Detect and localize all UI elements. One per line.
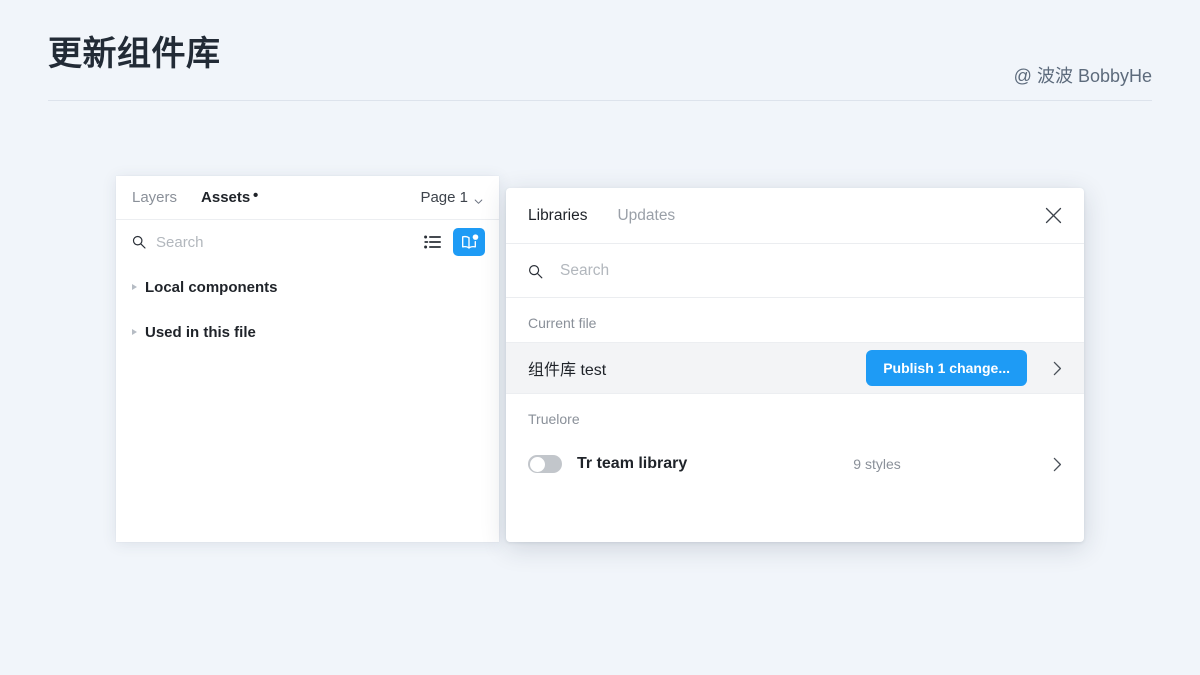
section-label-truelore: Truelore [528,411,580,427]
library-name: 组件库 test [528,362,607,379]
chevron-right-icon[interactable] [1053,361,1062,376]
library-row-team-library[interactable]: Tr team library 9 styles [506,438,1084,490]
search-input[interactable]: Search [156,234,204,251]
close-icon[interactable] [1045,207,1062,224]
search-icon [528,264,543,278]
publish-changes-button[interactable]: Publish 1 change... [866,350,1027,386]
libraries-search-row[interactable]: Search [506,244,1084,298]
tab-updates[interactable]: Updates [617,207,675,225]
tree-item-label: Local components [145,278,278,296]
page-selector[interactable]: Page 1 [420,189,483,206]
disclosure-triangle-icon[interactable] [132,329,137,335]
tab-libraries[interactable]: Libraries [528,207,587,225]
page-selector-label: Page 1 [420,189,468,206]
assets-toolbar [424,228,485,256]
slide-header: 更新组件库 @ 波波 BobbyHe [48,24,1152,101]
author-credit: @ 波波 BobbyHe [1013,66,1152,86]
search-icon [132,235,146,249]
libraries-modal-tabbar: Libraries Updates [506,188,1084,244]
toggle-knob [529,456,545,472]
tab-assets-badge: • [252,187,259,204]
libraries-search-input[interactable]: Search [560,262,609,280]
chevron-right-icon[interactable] [1053,457,1062,472]
header-divider [48,100,1152,101]
library-row-current-file[interactable]: 组件库 test Publish 1 change... [506,342,1084,394]
assets-panel-tabbar: Layers Assets • Page 1 [116,176,499,220]
assets-search-row[interactable]: Search [116,220,499,264]
chevron-down-icon [474,193,483,204]
assets-tree: Local components Used in this file [116,264,499,349]
tree-item-label: Used in this file [145,323,256,341]
disclosure-triangle-icon[interactable] [132,284,137,290]
tab-assets[interactable]: Assets • [201,187,258,206]
library-book-icon[interactable] [453,228,485,256]
page-title: 更新组件库 [48,35,221,73]
assets-panel: Layers Assets • Page 1 Search Local comp… [116,176,499,542]
tree-item-local-components[interactable]: Local components [132,270,499,304]
tab-layers[interactable]: Layers [132,189,177,206]
tab-assets-label: Assets [201,189,251,206]
libraries-modal: Libraries Updates Search Current file 组件… [506,188,1084,542]
library-enable-toggle[interactable] [528,455,562,473]
library-name: Tr team library [577,455,688,472]
section-label-current-file: Current file [528,315,597,331]
tree-item-used-in-this-file[interactable]: Used in this file [132,315,499,349]
library-styles-count: 9 styles [853,456,901,472]
list-view-icon[interactable] [424,235,442,249]
